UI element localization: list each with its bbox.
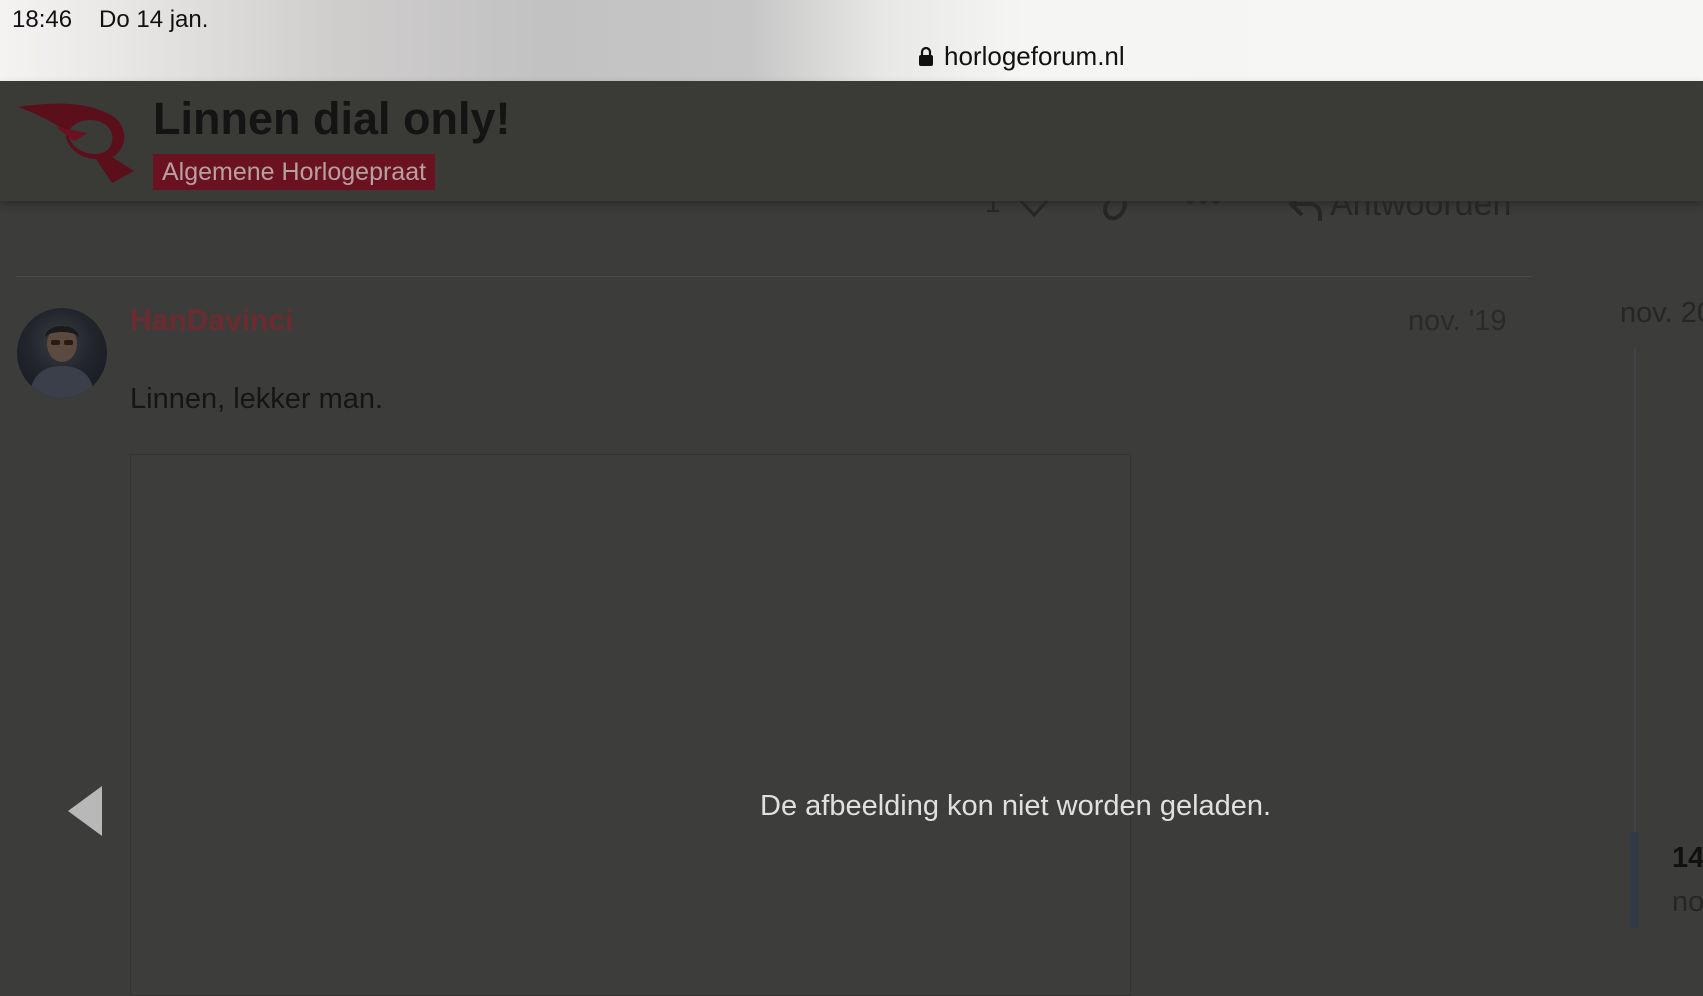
status-date: Do 14 jan.	[99, 6, 209, 33]
post-date[interactable]: nov. '19	[1408, 305, 1507, 338]
lock-icon	[918, 46, 934, 66]
category-badge[interactable]: Algemene Horlogepraat	[153, 154, 436, 190]
safari-status-bar: 18:46 Do 14 jan. horlogeforum.nl	[0, 0, 1703, 81]
timeline-position-date: no	[1672, 886, 1703, 918]
more-icon[interactable]	[1185, 201, 1221, 214]
post-image-frame[interactable]	[130, 454, 1131, 996]
like-count: 1	[985, 201, 1001, 218]
topic-title[interactable]: Linnen dial only!	[153, 93, 511, 145]
post-username[interactable]: HanDavinci	[130, 304, 293, 338]
reply-button[interactable]: Antwoorden	[1330, 201, 1511, 224]
heart-icon[interactable]	[1018, 201, 1050, 222]
previous-arrow-icon[interactable]	[66, 784, 106, 838]
link-icon[interactable]	[1100, 201, 1130, 225]
forum-logo[interactable]	[16, 101, 138, 188]
image-load-error: De afbeelding kon niet worden geladen.	[760, 790, 1272, 822]
timeline-start-date[interactable]: nov. 20	[1620, 297, 1703, 330]
timeline-handle[interactable]	[1630, 832, 1639, 928]
reply-icon[interactable]	[1288, 201, 1324, 225]
post-text: Linnen, lekker man.	[130, 383, 384, 415]
post-separator	[16, 276, 1532, 277]
address-bar[interactable]: horlogeforum.nl	[918, 40, 1125, 72]
timeline-position: 14	[1672, 842, 1703, 874]
status-time: 18:46	[12, 6, 73, 33]
post-controls: 1 Antwoorden	[0, 201, 1530, 225]
avatar[interactable]	[17, 308, 107, 398]
forum-header: Linnen dial only! Algemene Horlogepraat	[0, 81, 1703, 201]
address-url: horlogeforum.nl	[944, 40, 1125, 71]
